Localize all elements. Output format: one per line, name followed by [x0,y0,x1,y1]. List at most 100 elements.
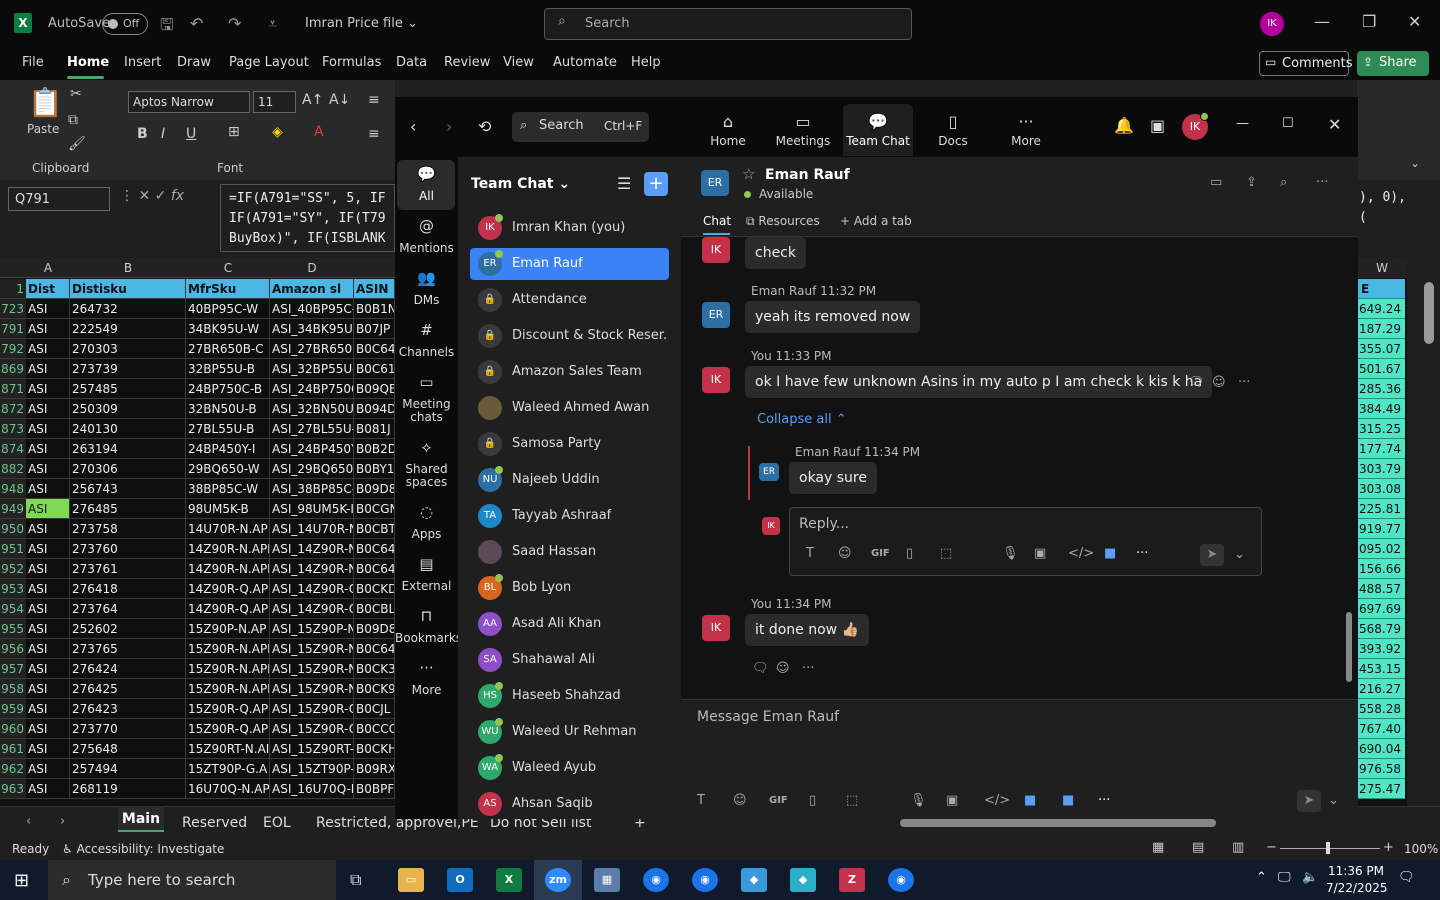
history-icon[interactable]: ⟲ [478,117,491,136]
emoji-icon[interactable]: ☺ [733,793,747,808]
table-cell[interactable]: 14Z90R-Q.AP [186,579,270,599]
row-number[interactable]: 957 [0,659,26,679]
chrome-profile-icon[interactable]: ◉ [692,868,718,892]
chat-list-item[interactable]: AS Ahsan Saqib [470,788,669,820]
font-name-select[interactable]: Aptos Narrow [128,91,250,113]
avatar[interactable]: IK [1260,12,1284,36]
table-cell[interactable]: 273760 [70,539,186,559]
table-cell[interactable]: 276424 [70,659,186,679]
format-icon[interactable]: T [806,546,814,561]
table-cell[interactable]: 32BP55U-B [186,359,270,379]
underline-button[interactable]: U [186,126,196,142]
minimize-icon[interactable]: — [1314,12,1330,31]
minimize-icon[interactable]: — [1236,116,1249,131]
page-layout-view-icon[interactable]: ▤ [1192,840,1204,855]
chat-list-item[interactable]: TA Tayyab Ashraaf [470,500,669,532]
table-cell[interactable]: ASI_16U70Q-N [270,779,354,799]
send-reply-button[interactable]: ➤ [1200,544,1224,566]
chat-list-item[interactable]: ER Eman Rauf [470,248,669,280]
table-cell[interactable]: 15Z90R-N.API [186,639,270,659]
microphone-icon[interactable]: 🎙 [1002,546,1019,561]
filter-icon[interactable]: ☰ [617,174,631,193]
reply-bubble[interactable]: okay sure [789,462,877,494]
message-input[interactable]: Message Eman Rauf [697,709,839,725]
fill-color-icon[interactable]: ◈ [272,124,283,140]
collapse-all-link[interactable]: Collapse all ⌃ [757,412,847,427]
search-icon[interactable]: ⌕ [1280,175,1287,190]
rail-all[interactable]: 💬 All [395,167,458,203]
header-cell[interactable]: Amazon sl [270,279,354,299]
row-number[interactable]: 952 [0,559,26,579]
chat-list-item[interactable]: 🔒 Discount & Stock Reser... [470,320,669,352]
table-cell[interactable]: ASI [26,419,70,439]
zoom-in-icon[interactable]: + [1383,840,1394,855]
rail-channels[interactable]: # Channels [395,323,458,359]
italic-button[interactable]: I [161,126,165,142]
close-icon[interactable]: ✕ [1328,115,1341,134]
tab-home[interactable]: Home [67,55,109,70]
table-cell[interactable]: ASI [26,599,70,619]
row-number[interactable]: 873 [0,419,26,439]
chat-list-item[interactable]: Saad Hassan [470,536,669,568]
table-cell[interactable]: 273764 [70,599,186,619]
table-cell[interactable]: 98UM5K-B [186,499,270,519]
table-cell[interactable]: 384.49 [1357,399,1405,419]
table-cell[interactable]: ASI [26,759,70,779]
table-cell[interactable]: 315.25 [1357,419,1405,439]
microphone-icon[interactable]: 🎙 [910,793,927,808]
font-size-select[interactable]: 11 [253,91,296,113]
tab-add[interactable]: + Add a tab [840,214,912,228]
notifications-icon[interactable]: 🗨 [1398,870,1415,885]
column-header-b[interactable]: B [70,261,186,275]
chat-list-title[interactable]: Team Chat ⌄ [471,176,570,192]
calculator-icon[interactable]: ▦ [594,868,620,892]
table-cell[interactable]: ASI [26,639,70,659]
header-cell[interactable]: Distisku [70,279,186,299]
chat-list-item[interactable]: SA Shahawal Ali [470,644,669,676]
table-cell[interactable]: 252602 [70,619,186,639]
calendar-icon[interactable]: ▣ [1150,116,1165,135]
file-icon[interactable]: ▯ [906,546,913,561]
contact-name[interactable]: Eman Rauf [765,167,850,183]
table-cell[interactable]: 156.66 [1357,559,1405,579]
back-icon[interactable]: ‹ [410,117,416,136]
column-header-a[interactable]: A [26,261,70,275]
table-cell[interactable]: ASI_24BP750C [270,379,354,399]
row-number[interactable]: 791 [0,319,26,339]
formula-input[interactable]: =IF(A791="SS", 5, IF IF(A791="SY", IF(T79… [220,184,395,252]
table-cell[interactable]: 14Z90R-N.API [186,559,270,579]
decrease-font-icon[interactable]: A↓ [329,92,350,108]
align-top-icon[interactable]: ≡ [368,92,380,108]
table-cell[interactable]: ASI [26,339,70,359]
table-cell[interactable]: B0CK9 [354,679,395,699]
redo-icon[interactable]: ↷ [228,14,241,33]
table-cell[interactable]: 263194 [70,439,186,459]
table-cell[interactable]: 222549 [70,319,186,339]
table-cell[interactable]: ASI [26,679,70,699]
header-cell[interactable]: E [1357,279,1405,299]
table-cell[interactable]: ASI [26,579,70,599]
font-color-icon[interactable]: A [314,124,324,140]
table-cell[interactable]: 273739 [70,359,186,379]
sheet-tab-main[interactable]: Main [118,806,164,832]
volume-icon[interactable]: 🔈 [1302,870,1318,885]
table-cell[interactable]: 256743 [70,479,186,499]
chevron-down-icon[interactable]: ⌄ [1328,793,1339,808]
table-cell[interactable]: B0C64 [354,639,395,659]
table-cell[interactable]: 264732 [70,299,186,319]
tab-data[interactable]: Data [396,55,427,70]
table-cell[interactable]: B0B2D [354,439,395,459]
table-cell[interactable]: B081J [354,419,395,439]
file-explorer-icon[interactable]: ▭ [398,868,424,892]
reply-input[interactable]: Reply... [799,516,849,532]
table-cell[interactable]: B0B1N [354,299,395,319]
tab-chat[interactable]: Chat [703,214,731,228]
table-cell[interactable]: 16U70Q-N.AP [186,779,270,799]
row-number[interactable]: 958 [0,679,26,699]
column-header-c[interactable]: C [186,261,270,275]
table-cell[interactable]: B0BPF [354,779,395,799]
row-number[interactable]: 956 [0,639,26,659]
table-cell[interactable]: 257494 [70,759,186,779]
table-cell[interactable]: 275648 [70,739,186,759]
vertical-scroll-thumb[interactable] [1424,282,1434,344]
